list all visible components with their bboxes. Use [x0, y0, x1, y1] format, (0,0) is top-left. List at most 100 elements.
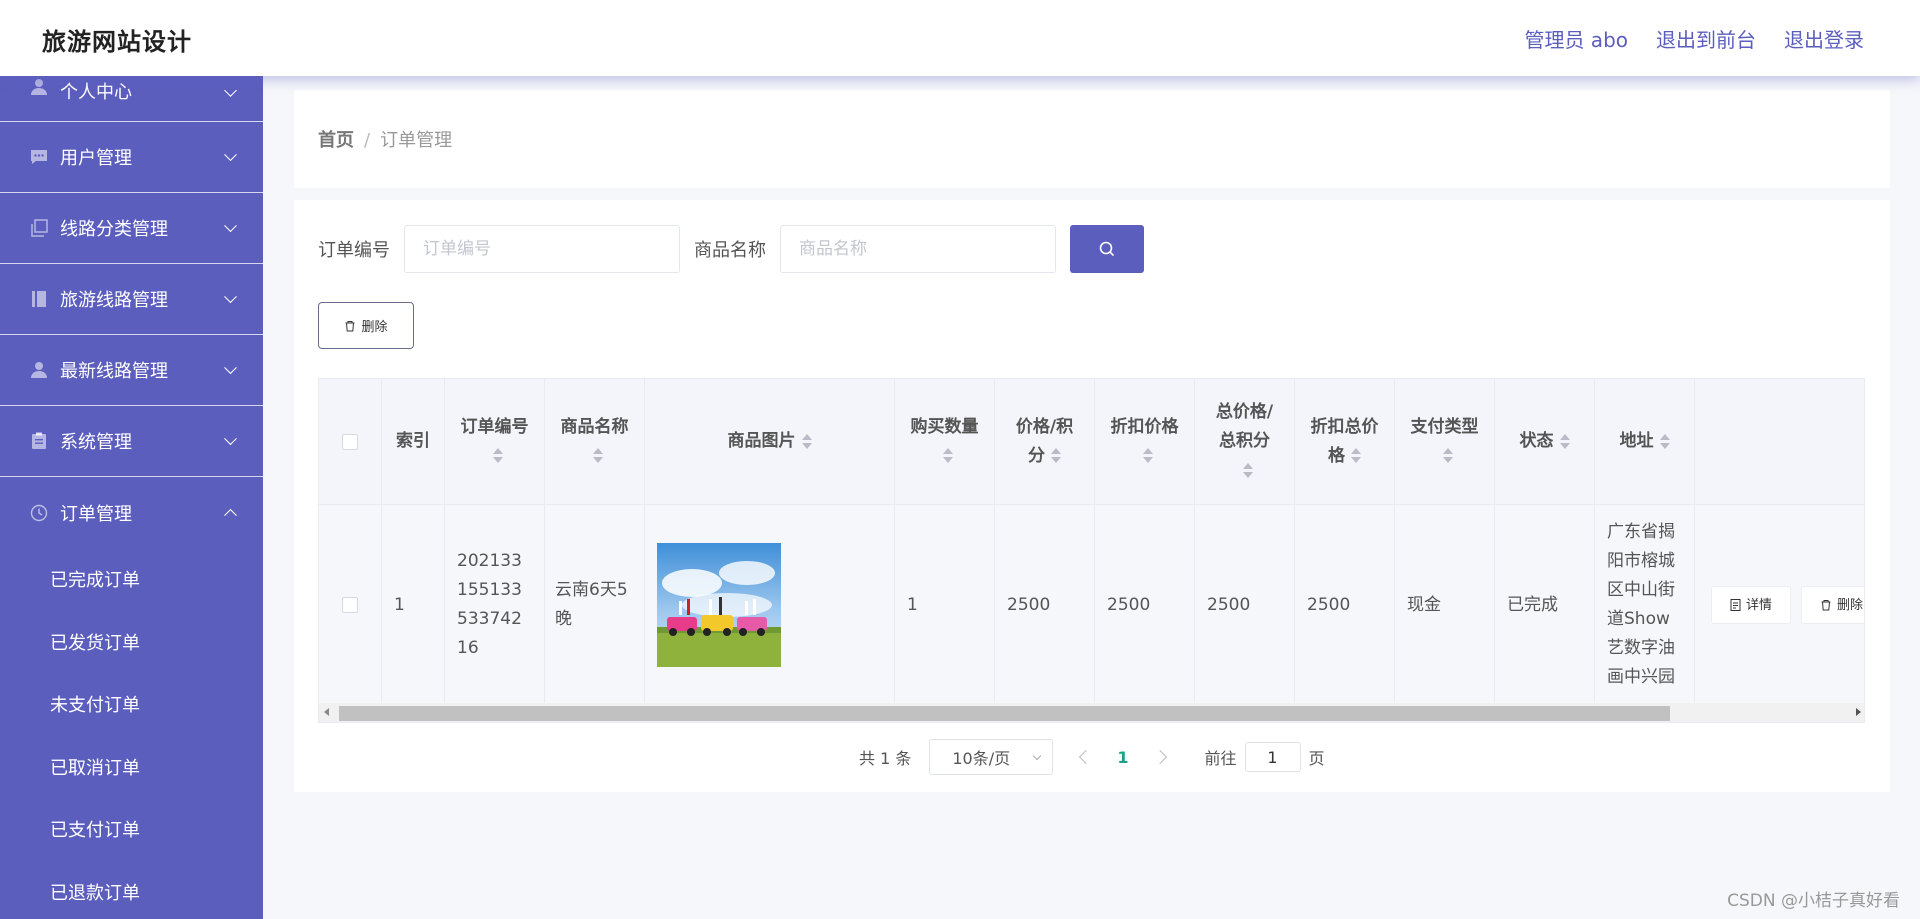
row-select-cell — [319, 505, 382, 705]
sort-icon — [1659, 434, 1670, 449]
submenu-refunded-orders[interactable]: 已退款订单 — [0, 861, 263, 919]
clipboard-icon — [30, 432, 48, 450]
header-label: 状态 — [1519, 431, 1554, 451]
horizontal-scrollbar[interactable] — [319, 703, 1864, 722]
cell-status: 已完成 — [1495, 505, 1595, 705]
sort-icon — [801, 434, 812, 449]
goto-prefix: 前往 — [1204, 749, 1237, 768]
product-image[interactable] — [657, 543, 781, 667]
scroll-right-arrow-icon[interactable] — [1856, 708, 1861, 716]
logout-link[interactable]: 退出登录 — [1784, 24, 1864, 53]
header-discount-total[interactable]: 折扣总价格 — [1295, 379, 1395, 504]
cell-index: 1 — [382, 505, 445, 705]
cell-product-image — [645, 505, 895, 705]
cell-discount-price: 2500 — [1095, 505, 1195, 705]
header-label: 折扣总价格 — [1310, 416, 1379, 466]
header-select-all — [319, 379, 382, 504]
header-label: 折扣价格 — [1110, 416, 1179, 437]
sidebar-item-route-category[interactable]: 线路分类管理 — [0, 193, 263, 264]
sidebar-item-order-management[interactable]: 订单管理 — [0, 477, 263, 548]
scroll-left-arrow-icon[interactable] — [324, 708, 329, 716]
chat-icon — [30, 148, 48, 166]
header-label: 地址 — [1619, 431, 1654, 451]
header-price[interactable]: 价格/积分 — [995, 379, 1095, 504]
header-pay-type[interactable]: 支付类型 — [1395, 379, 1495, 504]
page-size-select[interactable]: 10条/页 — [929, 739, 1054, 775]
order-no-label: 订单编号 — [318, 240, 390, 261]
scrollbar-thumb[interactable] — [339, 706, 1670, 721]
sidebar-item-latest-routes[interactable]: 最新线路管理 — [0, 335, 263, 406]
header-label: 价格/积分 — [1015, 416, 1074, 466]
detail-label: 详情 — [1746, 597, 1773, 613]
header-label: 总价格/总积分 — [1215, 402, 1274, 451]
table-row: 1 20213315513353374216 云南6天5晚 1 2500 250… — [319, 505, 1864, 705]
sidebar: 个人中心 用户管理 线路分类管理 旅游线路管理 最新线路管理 系统管理 订单管理… — [0, 70, 263, 919]
product-name-input[interactable] — [780, 225, 1056, 273]
cell-total: 2500 — [1195, 505, 1295, 705]
sidebar-item-label: 订单管理 — [60, 503, 132, 525]
batch-delete-button[interactable]: 删除 — [318, 302, 414, 349]
submenu-shipped-orders[interactable]: 已发货订单 — [0, 611, 263, 674]
product-name-label: 商品名称 — [694, 240, 766, 261]
sidebar-item-label: 旅游线路管理 — [60, 290, 168, 311]
header-status[interactable]: 状态 — [1495, 379, 1595, 504]
sort-icon — [1559, 434, 1570, 449]
breadcrumb: 首页 / 订单管理 — [318, 126, 452, 152]
header-address[interactable]: 地址 — [1595, 379, 1695, 504]
search-form: 订单编号 商品名称 — [318, 225, 1144, 273]
sort-icon — [492, 448, 503, 463]
breadcrumb-separator: / — [364, 130, 371, 151]
breadcrumb-current: 订单管理 — [380, 130, 453, 151]
table-header: 索引 订单编号 商品名称 商品图片 购买数量 价格/积分 折扣价格 总价格/总积… — [319, 379, 1864, 505]
submenu-cancelled-orders[interactable]: 已取消订单 — [0, 736, 263, 799]
submenu-unpaid-orders[interactable]: 未支付订单 — [0, 673, 263, 736]
page-number-current[interactable]: 1 — [1117, 748, 1128, 767]
header-quantity[interactable]: 购买数量 — [895, 379, 995, 504]
select-all-checkbox[interactable] — [342, 433, 358, 450]
book-icon — [30, 290, 48, 308]
user-icon — [30, 361, 48, 379]
row-checkbox[interactable] — [342, 597, 358, 613]
clock-icon — [30, 504, 48, 522]
sidebar-item-system-management[interactable]: 系统管理 — [0, 406, 263, 477]
header-order-no[interactable]: 订单编号 — [445, 379, 545, 504]
search-icon — [1099, 241, 1115, 257]
header-product-name[interactable]: 商品名称 — [545, 379, 645, 504]
goto-page-input[interactable] — [1244, 742, 1301, 772]
header-discount-price[interactable]: 折扣价格 — [1095, 379, 1195, 504]
sidebar-item-personal-center[interactable]: 个人中心 — [0, 70, 263, 122]
sort-icon — [1242, 462, 1253, 478]
header-product-image[interactable]: 商品图片 — [645, 379, 895, 504]
order-no-input[interactable] — [404, 225, 680, 273]
document-icon — [1730, 599, 1741, 611]
trash-icon — [345, 320, 355, 331]
sidebar-item-user-management[interactable]: 用户管理 — [0, 122, 263, 193]
batch-delete-label: 删除 — [361, 320, 388, 335]
prev-page-button[interactable] — [1079, 749, 1094, 765]
header-index: 索引 — [382, 379, 445, 504]
chevron-down-icon — [224, 148, 237, 162]
cell-price: 2500 — [995, 505, 1095, 705]
cell-quantity: 1 — [895, 505, 995, 705]
header-label: 订单编号 — [460, 416, 529, 437]
cell-pay-type: 现金 — [1395, 505, 1495, 705]
search-button[interactable] — [1070, 225, 1144, 273]
sort-icon — [1351, 448, 1361, 463]
next-page-button[interactable] — [1152, 749, 1167, 765]
breadcrumb-home[interactable]: 首页 — [318, 130, 354, 151]
exit-to-frontend-link[interactable]: 退出到前台 — [1656, 24, 1756, 53]
sidebar-item-label: 最新线路管理 — [60, 361, 168, 382]
admin-user-link[interactable]: 管理员 abo — [1524, 24, 1628, 53]
header-total[interactable]: 总价格/总积分 — [1195, 379, 1295, 504]
sidebar-item-label: 个人中心 — [60, 82, 132, 103]
sidebar-item-travel-routes[interactable]: 旅游线路管理 — [0, 264, 263, 335]
submenu-paid-orders[interactable]: 已支付订单 — [0, 798, 263, 861]
sort-icon — [942, 448, 953, 463]
sidebar-item-label: 系统管理 — [60, 432, 132, 453]
page-size-value: 10条/页 — [952, 749, 1011, 768]
submenu-completed-orders[interactable]: 已完成订单 — [0, 548, 263, 611]
chevron-down-icon — [224, 361, 237, 375]
detail-button[interactable]: 详情 — [1711, 586, 1792, 624]
row-delete-button[interactable]: 删除 — [1801, 586, 1864, 624]
sort-icon — [1442, 448, 1453, 463]
